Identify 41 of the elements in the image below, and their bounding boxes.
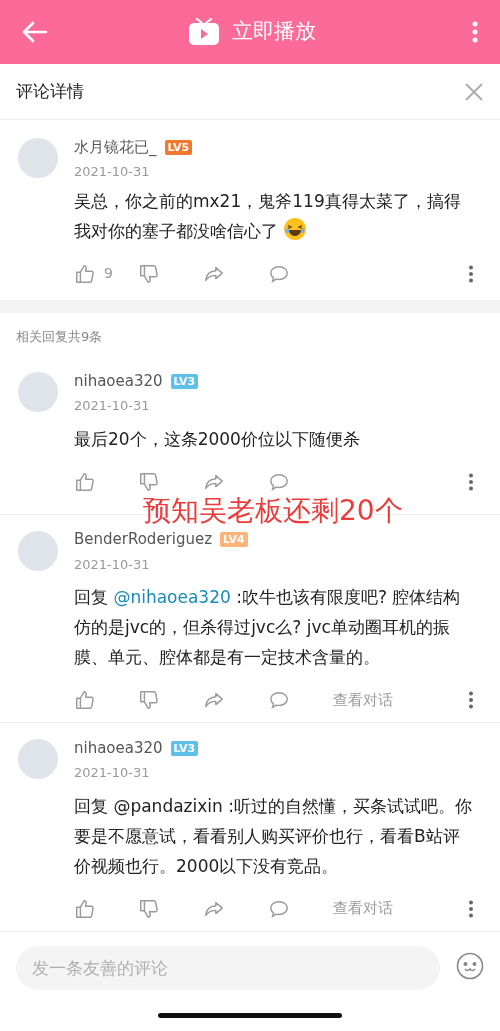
comment-icon[interactable] xyxy=(268,689,290,711)
comment-text: 回复 @nihaoea320 :吹牛也该有限度吧? 腔体结构仿的是jvc的，但杀得过jvc么? jvc单动圈耳机的振膜、单元、腔体都是有一定技术含量的。 xyxy=(74,587,461,667)
thumbs-down-icon[interactable] xyxy=(138,689,160,711)
level-badge: LV4 xyxy=(220,532,248,547)
thumbs-down-icon[interactable] xyxy=(138,897,160,920)
username[interactable]: nihaoea320 xyxy=(74,736,163,760)
more-icon[interactable] xyxy=(468,899,474,918)
level-badge: LV5 xyxy=(164,139,193,155)
mention-link[interactable]: @pandazixin xyxy=(113,795,223,816)
username[interactable]: BenderRoderiguez xyxy=(74,528,213,551)
comment-date: 2021-10-31 xyxy=(74,764,151,782)
comment-date: 2021-10-31 xyxy=(74,397,151,415)
comment-text: 最后20个，这条2000价位以下随便杀 xyxy=(74,428,360,449)
like-count: 9 xyxy=(104,264,113,283)
more-icon[interactable] xyxy=(468,264,474,283)
comment-text: 吴总，你之前的mx21，鬼斧119真得太菜了，搞得我对你的塞子都没啥信心了 xyxy=(74,190,461,241)
back-arrow-icon[interactable] xyxy=(22,21,48,43)
emoji-face-icon[interactable] xyxy=(456,952,484,980)
panel-title: 评论详情 xyxy=(16,79,84,103)
level-badge: LV3 xyxy=(170,373,199,389)
annotation-text: 预知吴老板还剩20个 xyxy=(143,493,403,529)
mention-link[interactable]: @nihaoea320 xyxy=(113,587,231,607)
comment-text: 回复 @pandazixin :听过的自然懂，买条试试吧。你要是不愿意试，看看别人购买评价也行，看看B站评价视频也行。2000以下没有竞品。 xyxy=(74,795,472,876)
thumbs-up-icon[interactable] xyxy=(74,689,96,711)
thumbs-down-icon[interactable] xyxy=(138,470,160,493)
username[interactable]: 水月镜花已_ xyxy=(74,135,157,159)
close-icon[interactable] xyxy=(464,81,484,102)
more-icon[interactable] xyxy=(472,21,478,43)
level-badge: LV3 xyxy=(170,740,199,756)
username[interactable]: nihaoea320 xyxy=(74,369,163,393)
more-icon[interactable] xyxy=(468,691,474,709)
tv-play-icon xyxy=(188,18,220,46)
thumbs-up-icon[interactable] xyxy=(74,897,96,920)
comment-input[interactable]: 发一条友善的评论 xyxy=(16,946,440,990)
replies-count-heading: 相关回复共9条 xyxy=(15,327,104,346)
thumbs-up-icon[interactable] xyxy=(74,470,96,493)
comment-date: 2021-10-31 xyxy=(74,163,151,181)
thumbs-down-icon[interactable] xyxy=(138,262,160,285)
more-icon[interactable] xyxy=(468,472,474,491)
comment-date: 2021-10-31 xyxy=(74,555,151,574)
thumbs-up-icon[interactable] xyxy=(74,262,96,285)
